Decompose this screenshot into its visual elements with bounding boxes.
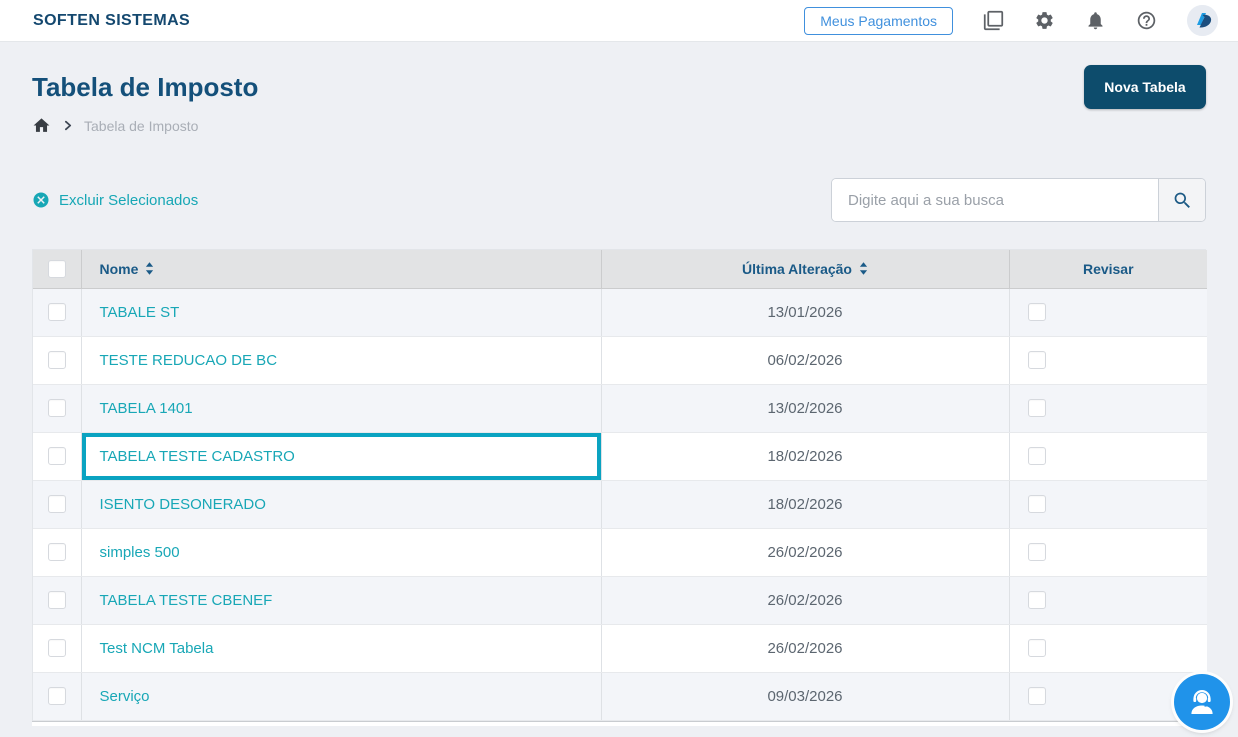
last-change-date: 18/02/2026 [601, 432, 1009, 480]
search-icon [1172, 190, 1193, 211]
row-checkbox[interactable] [48, 591, 66, 609]
main-content: Tabela de Imposto Tabela de Imposto Nova… [0, 42, 1238, 721]
help-icon[interactable] [1136, 10, 1157, 31]
revisar-checkbox[interactable] [1028, 687, 1046, 705]
table-row: TABELA TESTE CBENEF 26/02/2026 [33, 576, 1207, 624]
revisar-checkbox[interactable] [1028, 639, 1046, 657]
breadcrumb-current: Tabela de Imposto [84, 118, 198, 134]
soften-logo-icon [1187, 5, 1218, 36]
table-row: Serviço 09/03/2026 [33, 672, 1207, 720]
revisar-checkbox[interactable] [1028, 543, 1046, 561]
meus-pagamentos-button[interactable]: Meus Pagamentos [804, 7, 953, 35]
select-all-checkbox[interactable] [48, 260, 66, 278]
table-toolbar: Excluir Selecionados [32, 178, 1206, 222]
user-avatar[interactable] [1187, 5, 1218, 36]
row-checkbox[interactable] [48, 495, 66, 513]
home-icon[interactable] [32, 116, 51, 135]
table-row: simples 500 26/02/2026 [33, 528, 1207, 576]
top-bar: SOFTEN SISTEMAS Meus Pagamentos [0, 0, 1238, 42]
page-head: Tabela de Imposto Tabela de Imposto Nova… [32, 42, 1206, 135]
table-name-link[interactable]: Test NCM Tabela [100, 640, 214, 657]
sort-icon [145, 262, 154, 275]
column-header-ultima-alteracao: Última Alteração [742, 261, 852, 277]
table-row: TABALE ST 13/01/2026 [33, 288, 1207, 336]
excluir-selecionados-link[interactable]: Excluir Selecionados [32, 191, 198, 209]
table-row: Test NCM Tabela 26/02/2026 [33, 624, 1207, 672]
last-change-date: 09/03/2026 [601, 672, 1009, 720]
table-row: ISENTO DESONERADO 18/02/2026 [33, 480, 1207, 528]
table-header-row: Nome Última Alteração [33, 250, 1207, 288]
revisar-checkbox[interactable] [1028, 351, 1046, 369]
table-row: TABELA TESTE CADASTRO 18/02/2026 [33, 432, 1207, 480]
settings-gear-icon[interactable] [1034, 10, 1055, 31]
table-name-link[interactable]: TABELA TESTE CBENEF [100, 592, 273, 609]
table-name-link[interactable]: TESTE REDUCAO DE BC [100, 352, 278, 369]
last-change-date: 13/02/2026 [601, 384, 1009, 432]
column-header-nome: Nome [100, 261, 139, 277]
revisar-checkbox[interactable] [1028, 495, 1046, 513]
revisar-checkbox[interactable] [1028, 303, 1046, 321]
breadcrumb: Tabela de Imposto [32, 116, 258, 135]
search-button[interactable] [1158, 179, 1205, 221]
page-title: Tabela de Imposto [32, 72, 258, 103]
excluir-selecionados-label: Excluir Selecionados [59, 192, 198, 209]
row-checkbox[interactable] [48, 687, 66, 705]
revisar-checkbox[interactable] [1028, 591, 1046, 609]
cancel-circle-icon [32, 191, 50, 209]
table-row: TESTE REDUCAO DE BC 06/02/2026 [33, 336, 1207, 384]
sort-icon [859, 262, 868, 275]
support-agent-icon [1185, 685, 1219, 719]
sort-by-last-change[interactable]: Última Alteração [742, 261, 868, 277]
column-header-revisar: Revisar [1083, 261, 1134, 277]
last-change-date: 26/02/2026 [601, 576, 1009, 624]
revisar-checkbox[interactable] [1028, 399, 1046, 417]
last-change-date: 18/02/2026 [601, 480, 1009, 528]
support-chat-button[interactable] [1174, 674, 1230, 730]
table-name-link[interactable]: TABALE ST [100, 304, 180, 321]
table-row: TABELA 1401 13/02/2026 [33, 384, 1207, 432]
search-group [831, 178, 1206, 222]
last-change-date: 26/02/2026 [601, 528, 1009, 576]
sort-by-name[interactable]: Nome [100, 261, 155, 277]
search-input[interactable] [832, 179, 1158, 221]
row-checkbox[interactable] [48, 351, 66, 369]
table-name-link[interactable]: ISENTO DESONERADO [100, 496, 266, 513]
table-name-link[interactable]: TABELA TESTE CADASTRO [100, 448, 295, 465]
row-checkbox[interactable] [48, 399, 66, 417]
tax-tables-table: Nome Última Alteração [32, 249, 1206, 721]
notifications-bell-icon[interactable] [1085, 10, 1106, 31]
last-change-date: 13/01/2026 [601, 288, 1009, 336]
table-name-link[interactable]: TABELA 1401 [100, 400, 193, 417]
nova-tabela-button[interactable]: Nova Tabela [1084, 65, 1206, 109]
row-checkbox[interactable] [48, 447, 66, 465]
revisar-checkbox[interactable] [1028, 447, 1046, 465]
table-name-link[interactable]: Serviço [100, 688, 150, 705]
windows-stack-icon[interactable] [983, 10, 1004, 31]
last-change-date: 26/02/2026 [601, 624, 1009, 672]
chevron-right-icon [61, 119, 74, 132]
table-name-link[interactable]: simples 500 [100, 544, 180, 561]
last-change-date: 06/02/2026 [601, 336, 1009, 384]
next-row-partial [32, 721, 1206, 726]
top-bar-actions: Meus Pagamentos [804, 5, 1218, 36]
row-checkbox[interactable] [48, 543, 66, 561]
row-checkbox[interactable] [48, 639, 66, 657]
brand-logo[interactable]: SOFTEN SISTEMAS [33, 12, 190, 30]
row-checkbox[interactable] [48, 303, 66, 321]
table-body: TABALE ST 13/01/2026 TESTE REDUCAO DE BC… [33, 288, 1207, 720]
